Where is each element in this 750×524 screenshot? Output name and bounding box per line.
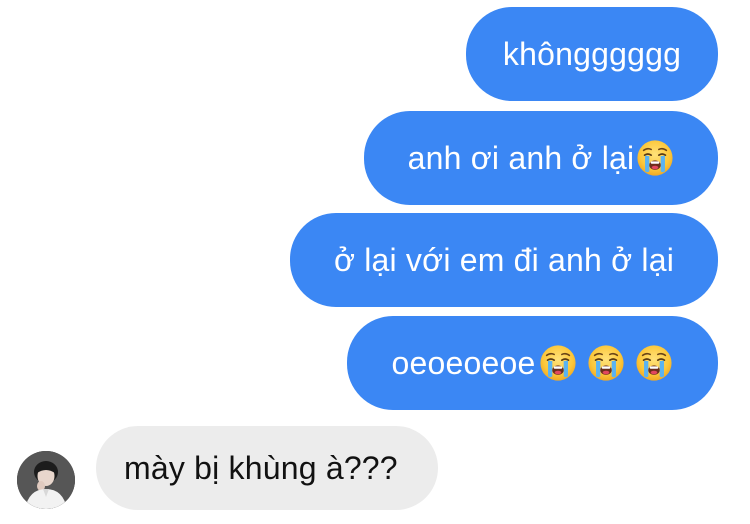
message-text: oeoeoeoe <box>391 344 536 381</box>
message-text: ở lại với em đi anh ở lại <box>333 241 675 278</box>
loudly-crying-face-icon <box>635 344 673 382</box>
person-photo-icon <box>17 451 75 509</box>
message-bubble-outgoing[interactable]: khôngggggg <box>466 7 718 101</box>
message-bubble-outgoing[interactable]: oeoeoeoe <box>347 316 718 410</box>
contact-avatar[interactable] <box>17 451 75 509</box>
message-text: anh ơi anh ở lại <box>407 139 635 176</box>
message-bubble-outgoing[interactable]: ở lại với em đi anh ở lại <box>290 213 718 307</box>
emoji-group <box>539 344 673 382</box>
loudly-crying-face-icon <box>636 139 674 177</box>
message-bubble-incoming[interactable]: mày bị khùng à??? <box>96 426 438 510</box>
loudly-crying-face-icon <box>587 344 625 382</box>
message-bubble-outgoing[interactable]: anh ơi anh ở lại <box>364 111 718 205</box>
message-text: khôngggggg <box>502 35 682 72</box>
loudly-crying-face-icon <box>539 344 577 382</box>
message-text: mày bị khùng à??? <box>124 449 398 486</box>
